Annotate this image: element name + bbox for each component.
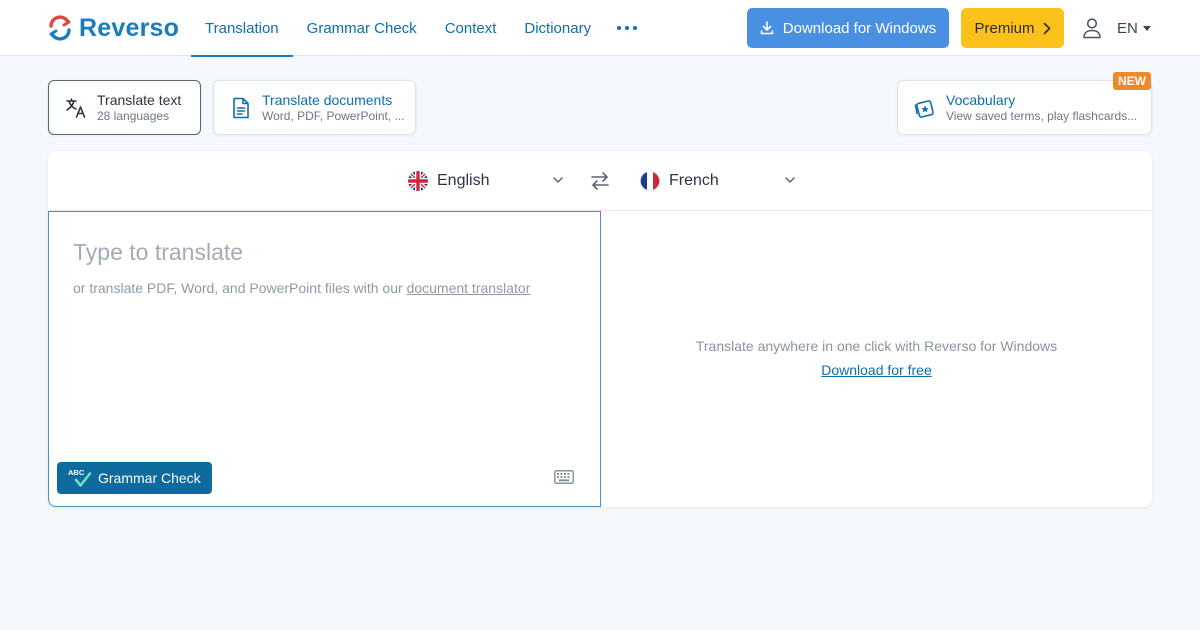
vocabulary-title: Vocabulary bbox=[946, 91, 1016, 108]
vocabulary-subtitle: View saved terms, play flashcards... bbox=[946, 108, 1138, 123]
translate-text-subtitle: 28 languages bbox=[97, 108, 170, 123]
caret-down-icon bbox=[1142, 25, 1151, 31]
chevron-down-icon bbox=[785, 177, 795, 183]
translate-documents-card[interactable]: Translate documents Word, PDF, PowerPoin… bbox=[213, 80, 416, 135]
windows-promo-text: Translate anywhere in one click with Rev… bbox=[695, 338, 1058, 354]
more-menu-button[interactable] bbox=[605, 0, 649, 56]
document-icon bbox=[233, 97, 249, 118]
translate-documents-subtitle: Word, PDF, PowerPoint, ... bbox=[262, 108, 405, 123]
keyboard-icon[interactable] bbox=[554, 470, 574, 484]
translate-icon bbox=[66, 97, 86, 118]
source-placeholder[interactable]: Type to translate bbox=[73, 239, 243, 266]
new-badge: NEW bbox=[1113, 72, 1151, 90]
premium-button[interactable]: Premium bbox=[961, 8, 1064, 48]
svg-text:ABC: ABC bbox=[68, 468, 85, 477]
download-for-windows-button[interactable]: Download for Windows bbox=[747, 8, 949, 48]
document-translator-hint: or translate PDF, Word, and PowerPoint f… bbox=[73, 280, 530, 296]
hint-text: or translate PDF, Word, and PowerPoint f… bbox=[73, 280, 403, 296]
target-text-area: Translate anywhere in one click with Rev… bbox=[601, 211, 1152, 507]
download-for-free-link[interactable]: Download for free bbox=[821, 362, 932, 378]
vocabulary-card[interactable]: Vocabulary View saved terms, play flashc… bbox=[897, 72, 1152, 135]
translate-documents-title: Translate documents bbox=[262, 91, 393, 108]
user-account-icon[interactable] bbox=[1082, 17, 1102, 39]
abc-check-icon: ABC bbox=[68, 468, 92, 487]
reverso-logo-icon bbox=[49, 15, 71, 41]
target-language-selector[interactable]: French bbox=[640, 169, 798, 193]
download-label: Download for Windows bbox=[782, 19, 937, 37]
document-translator-link[interactable]: document translator bbox=[407, 280, 531, 296]
nav-dictionary[interactable]: Dictionary bbox=[510, 0, 605, 56]
chevron-down-icon bbox=[553, 177, 563, 183]
premium-label: Premium bbox=[974, 19, 1035, 37]
target-language-name: French bbox=[669, 172, 719, 189]
reverso-logo[interactable]: Reverso bbox=[47, 13, 179, 43]
promo-link-row: Download for free bbox=[601, 362, 1152, 378]
ui-language-selector[interactable]: EN bbox=[1117, 18, 1151, 38]
uk-flag-icon bbox=[408, 171, 428, 191]
grammar-check-label: Grammar Check bbox=[98, 470, 201, 486]
ui-language-label: EN bbox=[1117, 19, 1138, 37]
flashcards-icon bbox=[914, 99, 934, 118]
translator-panel: English French Type to translate or tran… bbox=[48, 151, 1152, 507]
nav-context[interactable]: Context bbox=[431, 0, 511, 56]
source-language-name: English bbox=[437, 172, 490, 189]
chevron-right-icon bbox=[1043, 22, 1050, 34]
france-flag-icon bbox=[640, 171, 660, 191]
swap-languages-icon[interactable] bbox=[589, 171, 611, 191]
main-nav: Translation Grammar Check Context Dictio… bbox=[191, 0, 649, 57]
top-header: Reverso Translation Grammar Check Contex… bbox=[0, 0, 1200, 57]
grammar-check-button[interactable]: ABC Grammar Check bbox=[57, 462, 212, 494]
nav-grammar-check[interactable]: Grammar Check bbox=[293, 0, 431, 56]
download-icon bbox=[760, 21, 774, 35]
translate-text-card[interactable]: Translate text 28 languages bbox=[48, 80, 201, 135]
source-language-selector[interactable]: English bbox=[408, 169, 566, 193]
nav-translation[interactable]: Translation bbox=[191, 0, 293, 57]
translate-text-title: Translate text bbox=[97, 91, 182, 108]
language-bar: English French bbox=[48, 151, 1152, 211]
ellipsis-icon bbox=[617, 26, 622, 30]
logo-text: Reverso bbox=[79, 13, 180, 42]
source-text-area[interactable]: Type to translate or translate PDF, Word… bbox=[48, 211, 601, 507]
